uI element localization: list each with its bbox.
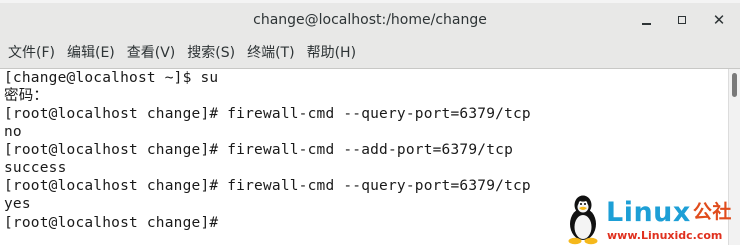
terminal-line: [change@localhost ~]$ su	[4, 70, 219, 86]
terminal-prompt-line: [root@localhost change]#	[4, 213, 236, 231]
minimize-icon	[641, 23, 651, 25]
menu-terminal[interactable]: 终端(T)	[247, 38, 300, 68]
menu-search[interactable]: 搜索(S)	[187, 38, 241, 68]
watermark-brand: Linux 公社	[606, 197, 732, 228]
scrollbar-thumb[interactable]	[732, 73, 737, 97]
close-icon: ✕	[712, 10, 726, 29]
menu-view[interactable]: 查看(V)	[127, 38, 182, 68]
watermark-url: www.Linuxidc.com	[607, 229, 723, 242]
maximize-button[interactable]	[673, 11, 691, 29]
terminal-prompt: [root@localhost change]#	[4, 215, 228, 231]
close-button[interactable]: ✕	[710, 11, 728, 29]
terminal-line: yes	[4, 196, 31, 212]
terminal-line: [root@localhost change]# firewall-cmd --…	[4, 106, 531, 122]
watermark-brand-cn: 公社	[692, 201, 732, 223]
terminal-window: change@localhost:/home/change ✕ 文件(F) 编辑…	[0, 0, 740, 245]
tux-penguin-icon	[568, 195, 598, 245]
menu-bar: 文件(F) 编辑(E) 查看(V) 搜索(S) 终端(T) 帮助(H)	[0, 38, 740, 69]
terminal-cursor	[227, 213, 236, 229]
window-title: change@localhost:/home/change	[253, 12, 487, 28]
menu-help[interactable]: 帮助(H)	[307, 38, 362, 68]
terminal-line: [root@localhost change]# firewall-cmd --…	[4, 142, 513, 158]
title-bar[interactable]: change@localhost:/home/change ✕	[0, 3, 740, 38]
watermark-brand-text: Linux	[606, 197, 691, 228]
terminal-line: 密码：	[4, 88, 49, 104]
menu-file[interactable]: 文件(F)	[8, 38, 61, 68]
linuxidc-watermark: Linux 公社 www.Linuxidc.com	[562, 193, 740, 245]
terminal-line: [root@localhost change]# firewall-cmd --…	[4, 178, 531, 194]
minimize-button[interactable]	[637, 11, 655, 29]
maximize-icon	[678, 16, 686, 24]
terminal-line: no	[4, 124, 22, 140]
menu-edit[interactable]: 编辑(E)	[67, 38, 121, 68]
terminal-line: success	[4, 160, 67, 176]
